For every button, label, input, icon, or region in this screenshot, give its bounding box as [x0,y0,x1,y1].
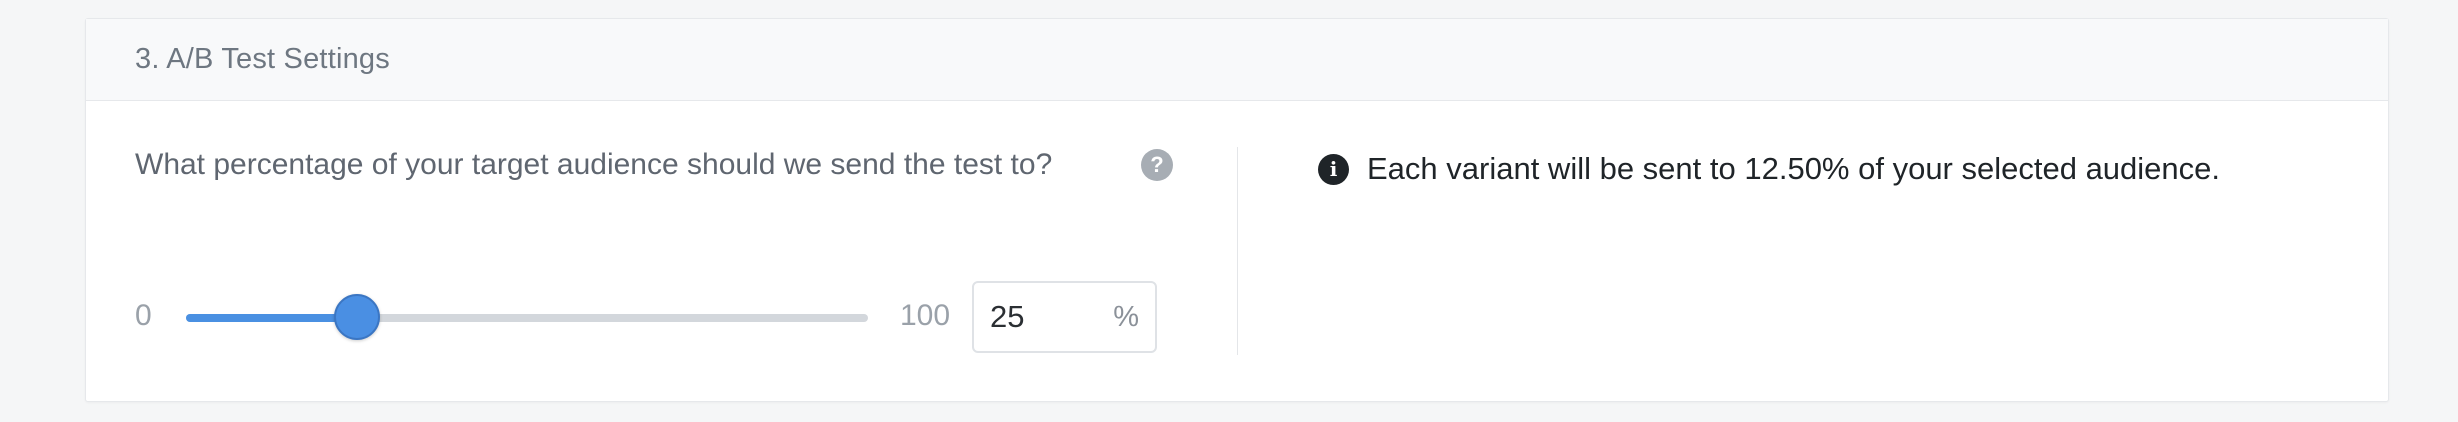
percentage-slider-fill [186,314,357,322]
column-divider [1237,147,1238,355]
percentage-slider-row: 0 100 % [135,281,1167,353]
question-circle-icon[interactable]: ? [1141,149,1173,181]
card-body: What percentage of your target audience … [86,101,2388,401]
section-title: 3. A/B Test Settings [135,43,390,75]
ab-test-settings-card: 3. A/B Test Settings What percentage of … [85,18,2389,402]
slider-max-label: 100 [900,299,951,332]
percentage-settings: What percentage of your target audience … [135,147,1173,353]
card-header: 3. A/B Test Settings [86,19,2388,101]
percentage-question: What percentage of your target audience … [135,148,1053,181]
info-circle-icon: i [1318,153,1349,185]
question-row: What percentage of your target audience … [135,147,1173,183]
variant-info-message: Each variant will be sent to 12.50% of y… [1367,151,2221,186]
percentage-slider-thumb[interactable] [333,294,380,340]
percentage-input[interactable] [990,297,1090,337]
slider-min-label: 0 [135,299,152,332]
variant-info: i Each variant will be sent to 12.50% of… [1318,151,2220,187]
percentage-input-box: % [972,281,1157,353]
percent-suffix: % [1113,301,1139,333]
percentage-slider-track[interactable] [186,314,868,322]
